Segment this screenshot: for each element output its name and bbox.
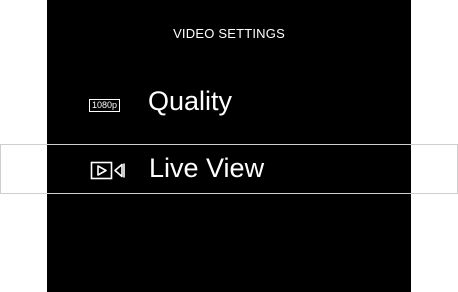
live-view-icon [90,160,134,187]
menu-item-label: Quality [148,86,233,116]
menu-item-quality[interactable]: 1080p Quality [0,77,458,127]
resolution-badge-text: 1080p [89,99,121,112]
menu-item-label: Live View [149,153,265,183]
page-title: VIDEO SETTINGS [173,26,285,41]
resolution-badge-icon: 1080p [89,95,121,113]
menu-item-live-view[interactable]: Live View [0,144,458,194]
